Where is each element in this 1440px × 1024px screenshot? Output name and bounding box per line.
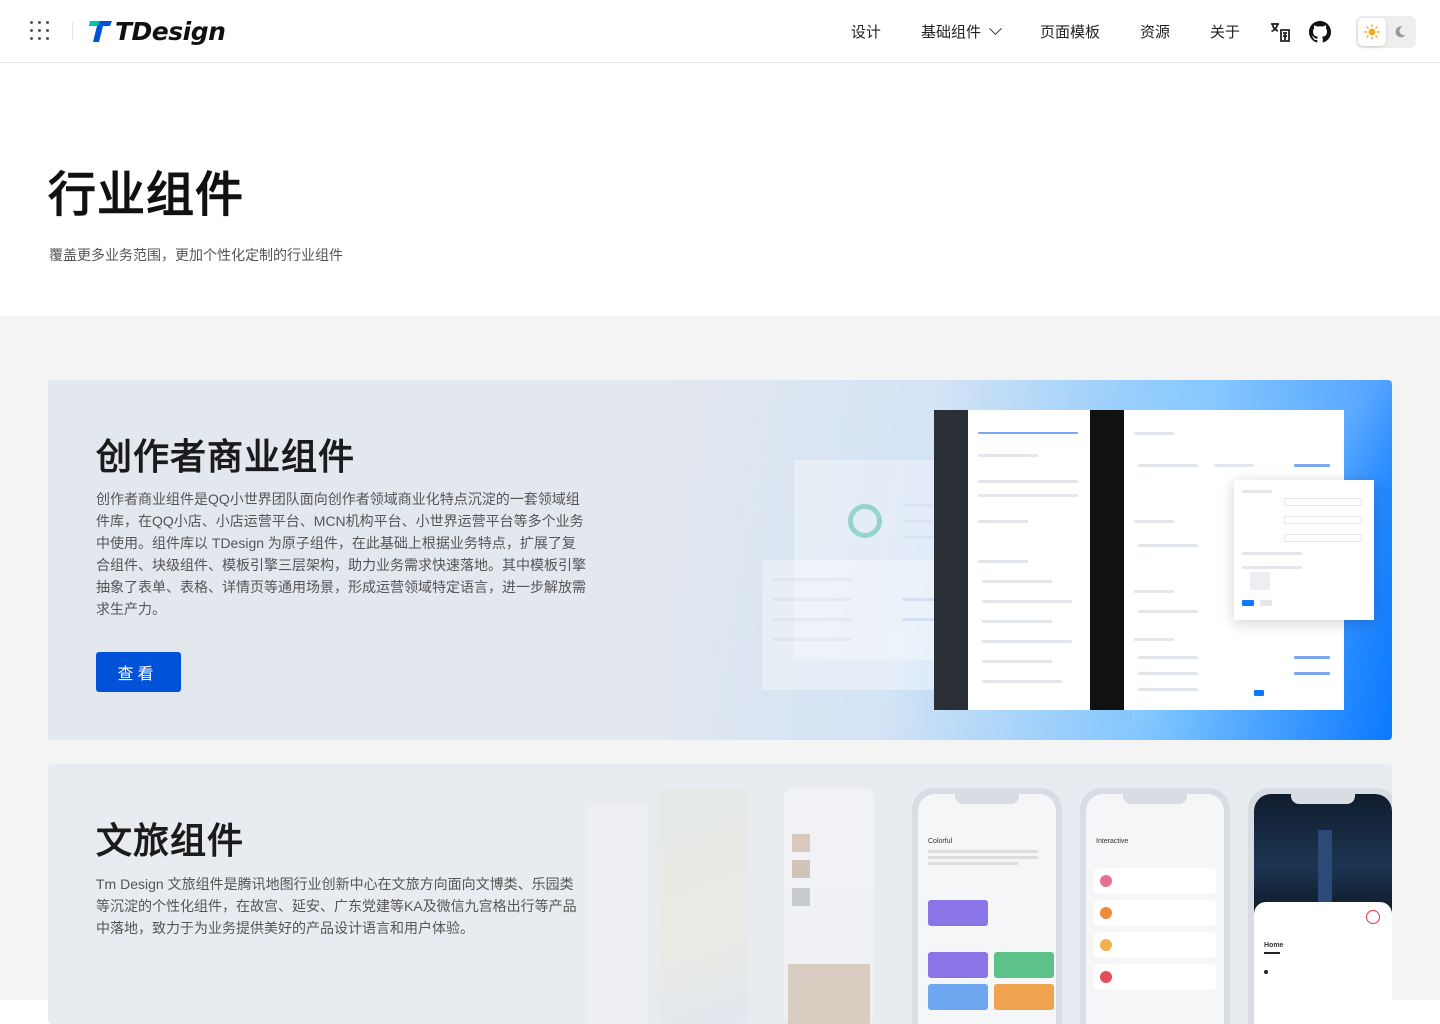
apps-grid-icon[interactable]: [30, 21, 50, 41]
hero-section: 行业组件 覆盖更多业务范围，更加个性化定制的行业组件: [0, 64, 1440, 316]
page-title: 行业组件: [48, 169, 245, 222]
phone-preview-interactive: Interactive: [1080, 788, 1230, 1024]
tdesign-logo-icon: [88, 18, 114, 44]
culture-tourism-preview-image: Colorful Interactive Home: [588, 764, 1392, 1024]
phone-preview-colors: Colorful: [912, 788, 1062, 1024]
card-title: 创作者商业组件: [96, 436, 356, 477]
dark-mode-button[interactable]: [1386, 18, 1414, 46]
main-nav: 设计 基础组件 页面模板 资源 关于: [851, 0, 1440, 63]
nav-item-label: 设计: [850, 24, 881, 41]
nav-item-components[interactable]: 基础组件: [920, 21, 1002, 42]
page-subtitle: 覆盖更多业务范围，更加个性化定制的行业组件: [49, 247, 343, 263]
nav-item-label: 资源: [1139, 24, 1170, 41]
nav-item-label: 基础组件: [920, 24, 981, 41]
nav-item-design[interactable]: 设计: [851, 21, 881, 42]
logo-text: TDesign: [115, 16, 226, 46]
card-description: Tm Design 文旅组件是腾讯地图行业创新中心在文旅方向面向文博类、乐园类等…: [96, 876, 577, 936]
nav-item-resources[interactable]: 资源: [1140, 21, 1170, 42]
theme-toggle[interactable]: [1356, 15, 1416, 48]
header-divider: [72, 22, 73, 40]
nav-item-label: 关于: [1209, 24, 1240, 41]
creator-business-card: 创作者商业组件 创作者商业组件是QQ小世界团队面向创作者领域商业化特点沉淀的一套…: [48, 380, 1392, 740]
card-description: 创作者商业组件是QQ小世界团队面向创作者领域商业化特点沉淀的一套领域组件库，在Q…: [96, 491, 586, 617]
moon-icon: [1395, 25, 1406, 37]
top-nav-bar: TDesign 设计 基础组件 页面模板 资源 关于: [0, 0, 1440, 63]
nav-item-about[interactable]: 关于: [1210, 21, 1240, 42]
industry-components-list: 创作者商业组件 创作者商业组件是QQ小世界团队面向创作者领域商业化特点沉淀的一套…: [0, 316, 1440, 1024]
phone-preview-home: Home: [1248, 788, 1392, 1024]
github-icon[interactable]: [1308, 20, 1332, 44]
nav-item-templates[interactable]: 页面模板: [1040, 21, 1100, 42]
translate-icon[interactable]: [1268, 20, 1292, 44]
sun-icon: [1364, 23, 1380, 40]
culture-tourism-card: Colorful Interactive Home 文旅组件 Tm Design…: [48, 764, 1392, 1024]
card-title: 文旅组件: [96, 820, 245, 861]
chevron-down-icon: [989, 22, 1002, 36]
tdesign-logo[interactable]: TDesign: [88, 15, 226, 47]
creator-components-preview-image: [668, 380, 1392, 740]
nav-item-label: 页面模板: [1039, 24, 1100, 41]
view-button[interactable]: 查看: [96, 652, 181, 692]
light-mode-button[interactable]: [1358, 17, 1386, 46]
